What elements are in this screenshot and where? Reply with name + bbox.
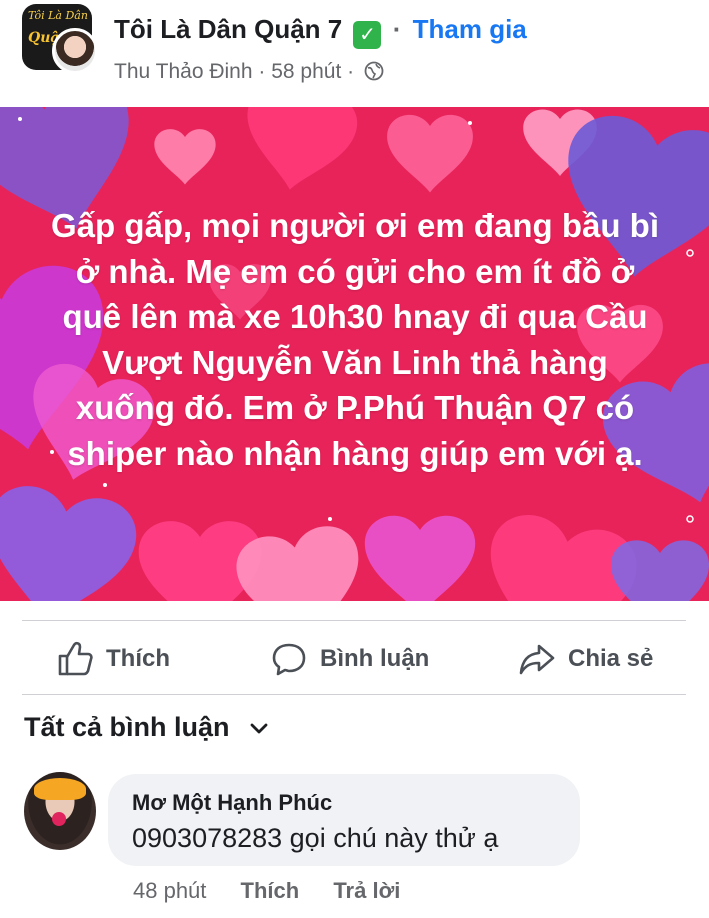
comment-text: 0903078283 gọi chú này thử ạ: [132, 823, 499, 853]
verified-badge-icon: ✓: [353, 21, 382, 49]
post-time[interactable]: 58 phút: [271, 60, 341, 83]
comment-bubble: Mơ Một Hạnh Phúc 0903078283 gọi chú này …: [108, 774, 580, 866]
post-text: Gấp gấp, mọi người ơi em đang bầu bì ở n…: [50, 207, 660, 472]
comment-author-link[interactable]: Mơ Một Hạnh Phúc: [132, 790, 332, 816]
avatar-heart-sticker: [52, 812, 66, 826]
author-avatar[interactable]: [52, 28, 98, 74]
comment-button[interactable]: Bình luận: [270, 639, 429, 679]
comment-reply-button[interactable]: Trả lời: [333, 878, 400, 903]
group-avatar-text: Tôi Là Dân: [28, 9, 88, 22]
comment-like-button[interactable]: Thích: [241, 878, 300, 903]
like-button[interactable]: Thích: [56, 639, 170, 679]
post-meta: Thu Thảo Đinh · 58 phút ·: [114, 60, 384, 84]
share-label: Chia sẻ: [568, 645, 654, 672]
separator: ·: [347, 60, 355, 83]
comment-icon: [272, 643, 306, 676]
share-button[interactable]: Chia sẻ: [518, 639, 653, 679]
comment-label: Bình luận: [320, 645, 430, 672]
commenter-avatar[interactable]: [24, 772, 96, 850]
separator: ·: [258, 60, 266, 83]
thumbs-up-icon: [58, 641, 93, 676]
comments-filter-label: Tất cả bình luận: [24, 712, 230, 742]
chevron-down-icon: [250, 723, 267, 733]
group-title: Tôi Là Dân Quận 7 ✓ · Tham gia: [114, 14, 527, 49]
divider: [22, 694, 686, 695]
author-name-link[interactable]: Thu Thảo Đinh: [114, 60, 253, 83]
join-group-button[interactable]: Tham gia: [413, 14, 527, 44]
globe-icon: [364, 61, 384, 81]
comment-time[interactable]: 48 phút: [133, 878, 206, 903]
share-arrow-icon: [519, 644, 555, 675]
comment-meta: 48 phút Thích Trả lời: [133, 878, 428, 904]
like-label: Thích: [106, 645, 170, 672]
post-image[interactable]: Gấp gấp, mọi người ơi em đang bầu bì ở n…: [0, 107, 709, 601]
post-actions-bar: Thích Bình luận Chia sẻ: [0, 625, 709, 693]
comments-filter-dropdown[interactable]: Tất cả bình luận: [24, 712, 270, 743]
separator: ·: [392, 14, 402, 44]
post-header: Tôi Là Dân Quận Tôi Là Dân Quận 7 ✓ · Th…: [0, 0, 709, 105]
group-name-link[interactable]: Tôi Là Dân Quận 7: [114, 14, 342, 44]
divider: [22, 620, 686, 621]
avatar-decoration: [34, 778, 86, 800]
